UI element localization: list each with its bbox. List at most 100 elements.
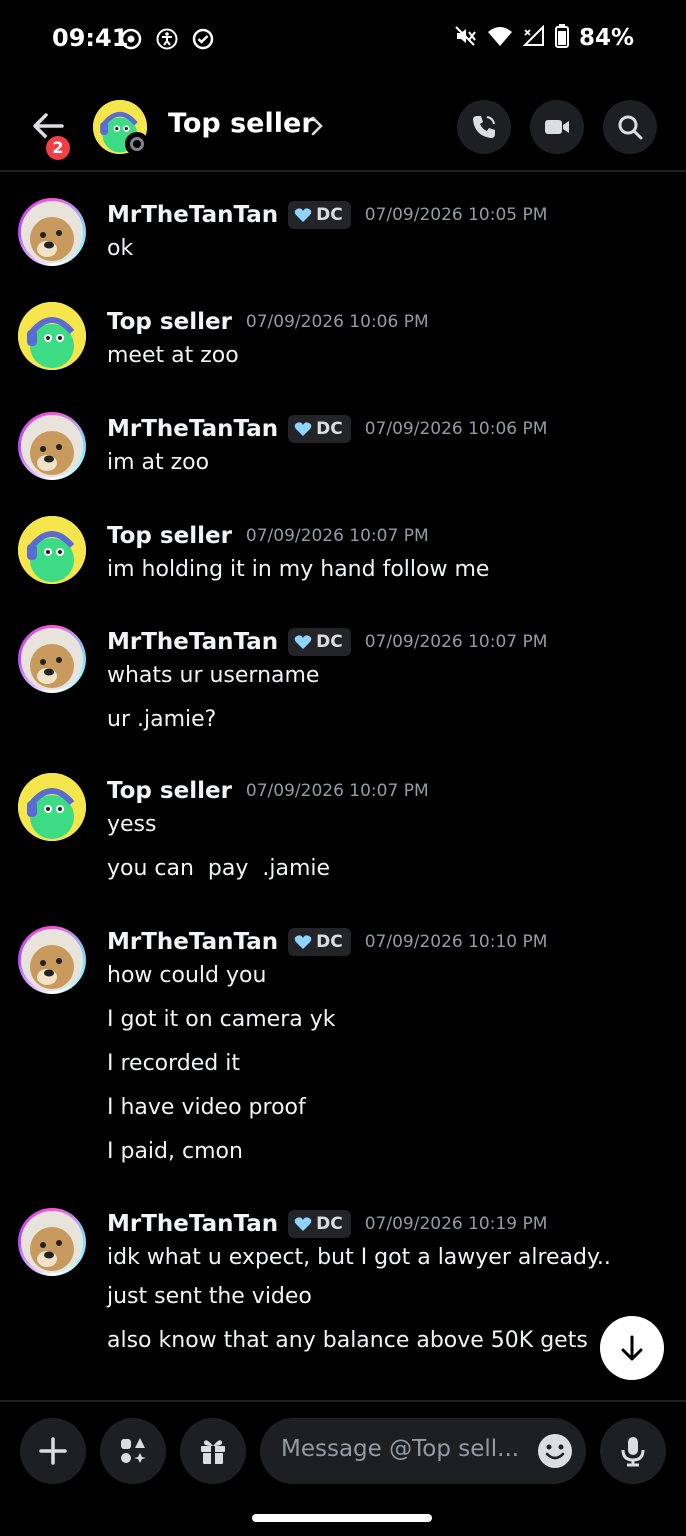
search-button[interactable]: [603, 100, 657, 154]
tag-label: DC: [316, 419, 343, 439]
server-tag[interactable]: DC: [288, 1210, 351, 1238]
message-text: I paid, cmon: [107, 1139, 243, 1164]
home-indicator[interactable]: [252, 1514, 432, 1522]
server-tag[interactable]: DC: [288, 628, 351, 656]
tag-label: DC: [316, 932, 343, 952]
message-text: I recorded it: [107, 1051, 240, 1076]
message-timestamp: 07/09/2026 10:07 PM: [245, 526, 429, 546]
message-text: im at zoo: [107, 450, 210, 475]
message-text: ur .jamie?: [107, 707, 217, 732]
voice-call-button[interactable]: [457, 100, 511, 154]
message-text: meet at zoo: [107, 343, 239, 368]
emoji-icon: [538, 1434, 572, 1468]
signal-icon: [522, 24, 545, 51]
message-timestamp: 07/09/2026 10:07 PM: [245, 781, 429, 801]
avatar[interactable]: [18, 516, 86, 584]
page-title[interactable]: Top seller: [168, 108, 315, 139]
status-left-icons: [120, 28, 214, 50]
message-timestamp: 07/09/2026 10:10 PM: [364, 932, 548, 952]
author-name[interactable]: MrTheTanTan: [107, 416, 278, 442]
avatar[interactable]: [18, 773, 86, 841]
message-text: im holding it in my hand follow me: [107, 557, 490, 582]
chevron-right-icon[interactable]: [308, 114, 326, 138]
seller-avatar-icon: [18, 516, 86, 584]
chat-header: 2 Top seller: [0, 80, 686, 172]
message-text: just sent the video: [107, 1284, 312, 1309]
seller-avatar-icon: [18, 302, 86, 370]
message-text: how could you: [107, 963, 267, 988]
message-text: whats ur username: [107, 663, 320, 688]
dog-avatar-icon: [21, 929, 83, 991]
tag-label: DC: [316, 205, 343, 225]
author-name[interactable]: MrTheTanTan: [107, 1211, 278, 1237]
mute-icon: [453, 24, 477, 52]
message-timestamp: 07/09/2026 10:07 PM: [364, 632, 548, 652]
avatar[interactable]: [18, 198, 86, 266]
dog-avatar-icon: [21, 628, 83, 690]
accessibility-icon: [156, 28, 178, 50]
message-timestamp: 07/09/2026 10:05 PM: [364, 205, 548, 225]
video-call-button[interactable]: [530, 100, 584, 154]
search-icon: [618, 115, 643, 140]
status-bar: 09:41 84%: [0, 0, 686, 80]
server-tag[interactable]: DC: [288, 415, 351, 443]
gift-button[interactable]: [180, 1418, 246, 1484]
tag-label: DC: [316, 1214, 343, 1234]
heart-icon: [294, 935, 312, 949]
plus-icon: [39, 1437, 67, 1465]
seller-avatar-icon: [18, 773, 86, 841]
message-list[interactable]: MrTheTanTan DC 07/09/2026 10:05 PM ok To…: [0, 174, 686, 1400]
server-tag[interactable]: DC: [288, 201, 351, 229]
phone-icon: [473, 116, 495, 138]
scroll-to-bottom-button[interactable]: [600, 1316, 664, 1380]
heart-icon: [294, 1217, 312, 1231]
status-right: 84%: [453, 24, 634, 52]
dog-avatar-icon: [21, 201, 83, 263]
avatar[interactable]: [18, 1208, 86, 1276]
message-text: you can pay .jamie: [107, 856, 331, 881]
dog-avatar-icon: [21, 415, 83, 477]
message-text: I got it on camera yk: [107, 1007, 336, 1032]
heart-icon: [294, 208, 312, 222]
add-attachment-button[interactable]: [20, 1418, 86, 1484]
message-text: yess: [107, 812, 157, 837]
message-text: also know that any balance above 50K get…: [107, 1328, 588, 1353]
author-name[interactable]: Top seller: [107, 309, 232, 335]
check-circle-icon: [192, 28, 214, 50]
status-time: 09:41: [52, 24, 129, 52]
avatar[interactable]: [18, 302, 86, 370]
emoji-button[interactable]: [536, 1432, 574, 1470]
gift-icon: [201, 1440, 225, 1464]
server-tag[interactable]: DC: [288, 928, 351, 956]
video-camera-icon: [545, 120, 569, 134]
tag-label: DC: [316, 632, 343, 652]
message-text: ok: [107, 236, 134, 261]
apps-icon: [121, 1438, 146, 1463]
author-name[interactable]: Top seller: [107, 523, 232, 549]
apps-button[interactable]: [100, 1418, 166, 1484]
arrow-down-icon: [621, 1335, 643, 1361]
message-input[interactable]: Message @Top sell...: [260, 1418, 586, 1484]
microphone-icon: [621, 1437, 645, 1467]
dog-avatar-icon: [21, 1211, 83, 1273]
message-composer: Message @Top sell...: [0, 1400, 686, 1536]
battery-percent: 84%: [578, 25, 634, 51]
heart-icon: [294, 422, 312, 436]
heart-icon: [294, 635, 312, 649]
author-name[interactable]: MrTheTanTan: [107, 929, 278, 955]
author-name[interactable]: MrTheTanTan: [107, 629, 278, 655]
avatar[interactable]: [18, 926, 86, 994]
chrome-icon: [120, 28, 142, 50]
offline-status-indicator: [125, 132, 149, 156]
author-name[interactable]: Top seller: [107, 778, 232, 804]
avatar[interactable]: [18, 625, 86, 693]
author-name[interactable]: MrTheTanTan: [107, 202, 278, 228]
message-timestamp: 07/09/2026 10:19 PM: [364, 1214, 548, 1234]
battery-icon: [554, 24, 569, 52]
avatar[interactable]: [18, 412, 86, 480]
message-text: I have video proof: [107, 1095, 306, 1120]
voice-message-button[interactable]: [600, 1418, 666, 1484]
unread-badge: 2: [42, 132, 74, 164]
wifi-icon: [487, 25, 513, 51]
message-input-placeholder: Message @Top sell...: [281, 1436, 520, 1462]
